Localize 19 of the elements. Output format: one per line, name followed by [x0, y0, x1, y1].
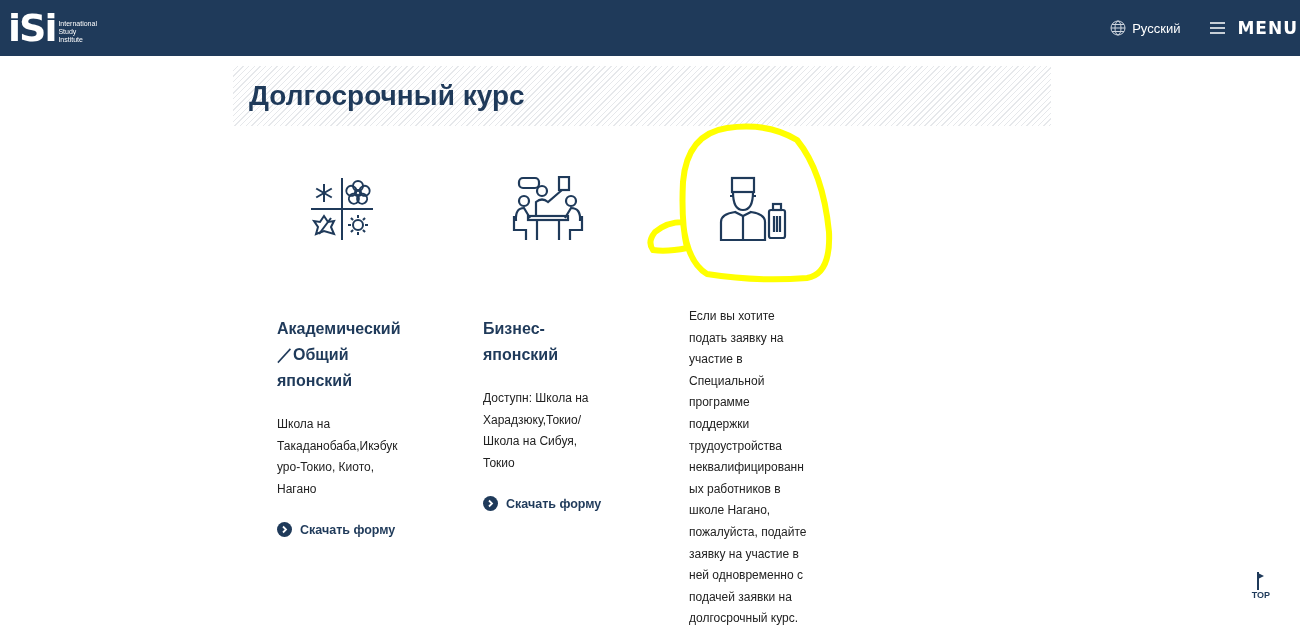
chevron-circle-icon — [483, 496, 498, 512]
note-text: Если вы хотите подать заявку на участие в Специальной программе поддержки трудоустройства неквалифицированн ых работников в школе Нагано, пожалуйста, подайте заявку на участие в ней одновременно с подачей заявки на долгосрочный курс. — [689, 308, 808, 628]
bellhop-icon — [719, 176, 789, 242]
download-form-link[interactable]: Скачать форму — [277, 522, 407, 538]
download-form-link[interactable]: Скачать форму — [483, 496, 613, 512]
language-link[interactable]: Русский — [1110, 20, 1181, 36]
chevron-circle-icon — [277, 522, 292, 538]
menu-button[interactable]: MENU — [1210, 18, 1298, 38]
seasons-icon — [309, 176, 375, 242]
globe-icon — [1110, 20, 1127, 36]
course-description: Школа на Такаданобаба,Икэбук уро-Токио, Киото, Нагано — [277, 416, 399, 498]
course-title: Бизнес- японский — [483, 319, 559, 365]
course-title: Академический ／Общий японский — [277, 319, 402, 391]
flag-icon — [1256, 572, 1265, 590]
menu-icon — [1210, 22, 1226, 34]
back-to-top-link[interactable]: TOP — [1251, 572, 1270, 600]
meeting-icon — [512, 176, 584, 242]
course-description: Доступн: Школа на Харадзюку,Токио/ Школа на Сибуя, Токио — [483, 390, 590, 472]
section-title: Долгосрочный курс — [249, 80, 525, 112]
